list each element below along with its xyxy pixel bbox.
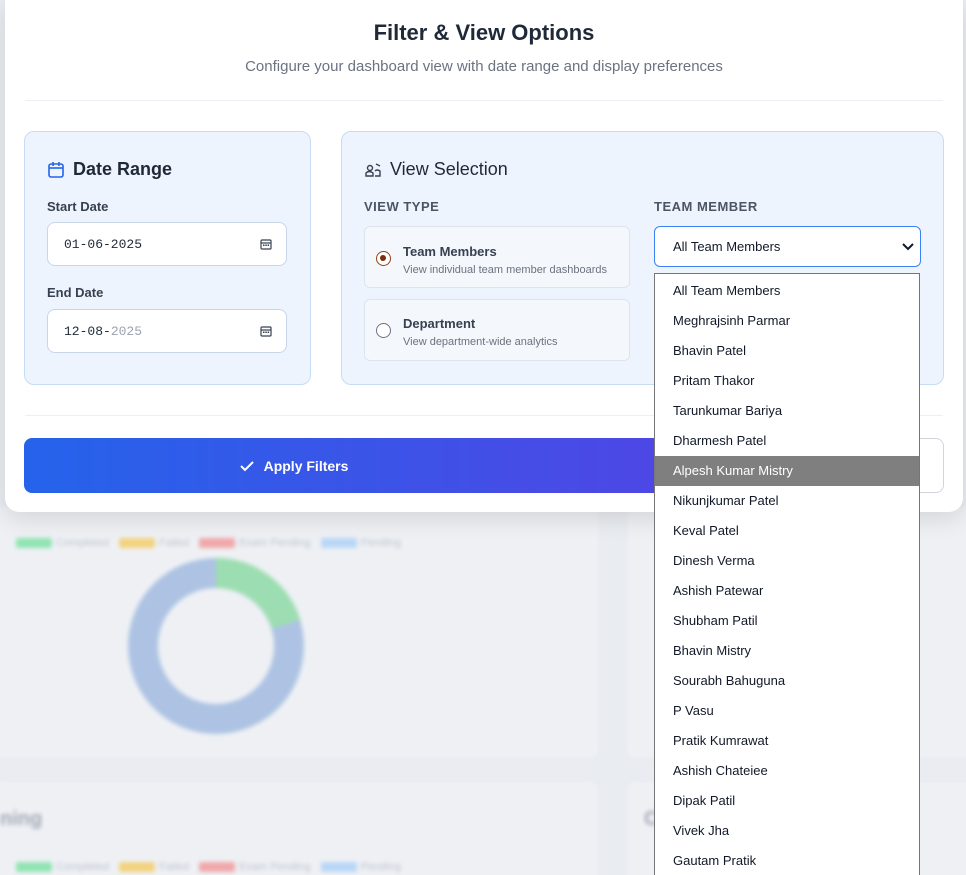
dropdown-option[interactable]: All Team Members bbox=[655, 276, 919, 306]
dropdown-option[interactable]: Gautam Pratik bbox=[655, 846, 919, 875]
background-donut-chart bbox=[128, 558, 304, 734]
background-section-heading: ning bbox=[0, 808, 43, 830]
view-type-label: VIEW TYPE bbox=[364, 199, 440, 214]
calendar-icon bbox=[48, 161, 64, 178]
radio-department[interactable] bbox=[376, 323, 391, 338]
team-member-label: TEAM MEMBER bbox=[654, 199, 758, 214]
end-date-input[interactable]: 12-08-2025 bbox=[47, 309, 287, 353]
background-legend: Completed Failed Exam Pending Pending bbox=[16, 861, 401, 873]
start-date-input[interactable]: 01-06-2025 bbox=[47, 222, 287, 266]
dropdown-options: All Team Members Meghrajsinh Parmar Bhavin… bbox=[655, 274, 919, 875]
radio-team-members[interactable] bbox=[376, 251, 391, 266]
check-icon bbox=[239, 460, 254, 471]
apply-filters-button[interactable]: Apply Filters bbox=[24, 438, 684, 493]
team-member-select[interactable]: All Team Members bbox=[654, 226, 921, 267]
dropdown-option[interactable]: Pritam Thakor bbox=[655, 366, 919, 396]
dropdown-option[interactable]: Pratik Kumrawat bbox=[655, 726, 919, 756]
dropdown-option[interactable]: Sourabh Bahuguna bbox=[655, 666, 919, 696]
background-legend: Completed Failed Exam Pending Pending bbox=[16, 537, 401, 549]
dropdown-option[interactable]: Bhavin Patel bbox=[655, 336, 919, 366]
dropdown-option[interactable]: Bhavin Mistry bbox=[655, 636, 919, 666]
chevron-down-icon bbox=[902, 242, 914, 250]
end-date-label: End Date bbox=[47, 285, 104, 300]
eye-settings-icon bbox=[365, 162, 381, 177]
dropdown-option[interactable]: Dharmesh Patel bbox=[655, 426, 919, 456]
divider bbox=[25, 100, 943, 101]
calendar-picker-icon[interactable] bbox=[260, 325, 272, 337]
view-option-department[interactable]: Department View department-wide analytic… bbox=[364, 299, 630, 361]
date-range-title: Date Range bbox=[47, 159, 172, 180]
modal-subtitle: Configure your dashboard view with date … bbox=[245, 58, 723, 75]
dropdown-option[interactable]: Dipak Patil bbox=[655, 786, 919, 816]
dropdown-option[interactable]: Ashish Chateiee bbox=[655, 756, 919, 786]
start-date-label: Start Date bbox=[47, 199, 109, 214]
dropdown-option[interactable]: Alpesh Kumar Mistry bbox=[655, 456, 919, 486]
dropdown-option[interactable]: Tarunkumar Bariya bbox=[655, 396, 919, 426]
dropdown-option[interactable]: Ashish Patewar bbox=[655, 576, 919, 606]
dropdown-option[interactable]: Keval Patel bbox=[655, 516, 919, 546]
dropdown-option[interactable]: Shubham Patil bbox=[655, 606, 919, 636]
view-option-team-members[interactable]: Team Members View individual team member… bbox=[364, 226, 630, 288]
dropdown-option[interactable]: Dinesh Verma bbox=[655, 546, 919, 576]
calendar-picker-icon[interactable] bbox=[260, 238, 272, 250]
modal-title: Filter & View Options bbox=[373, 20, 595, 45]
dropdown-option[interactable]: Meghrajsinh Parmar bbox=[655, 306, 919, 336]
view-selection-title: View Selection bbox=[364, 159, 508, 180]
team-member-dropdown[interactable]: All Team Members Meghrajsinh Parmar Bhavin… bbox=[654, 273, 920, 875]
dropdown-option[interactable]: Vivek Jha bbox=[655, 816, 919, 846]
dropdown-option[interactable]: Nikunjkumar Patel bbox=[655, 486, 919, 516]
dropdown-option[interactable]: P Vasu bbox=[655, 696, 919, 726]
date-range-panel: Date Range Start Date 01-06-2025 End Dat… bbox=[24, 131, 311, 385]
